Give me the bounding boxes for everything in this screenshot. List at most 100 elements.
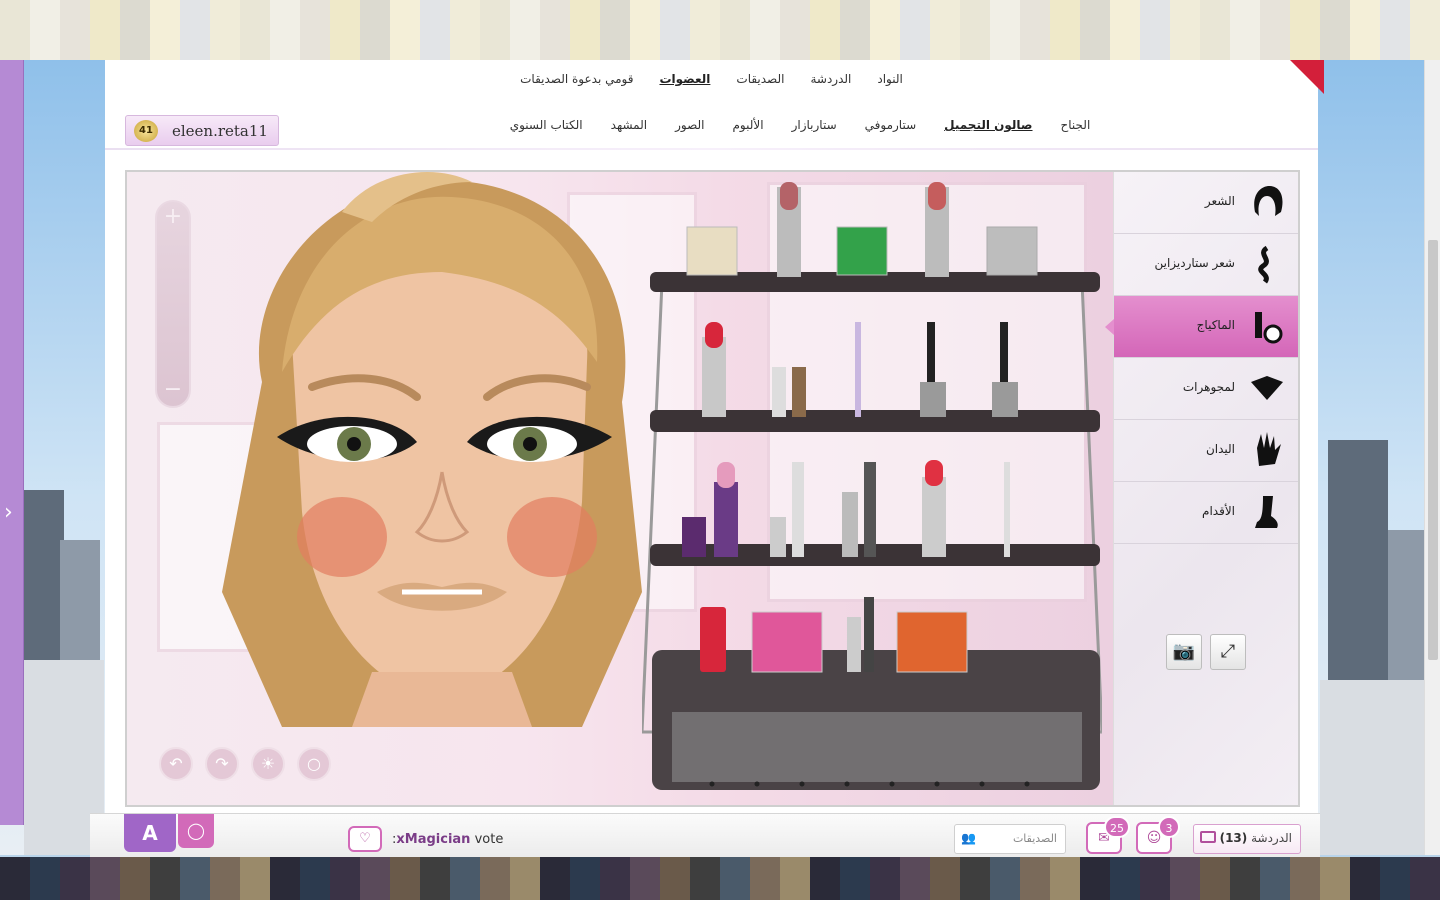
product-eyeliner[interactable] xyxy=(792,462,804,557)
product-blush[interactable] xyxy=(896,611,968,673)
nav-item-photos[interactable]: الصور xyxy=(675,118,704,132)
product-eyeliner[interactable] xyxy=(772,367,786,417)
product-lipstick[interactable] xyxy=(702,337,726,417)
product-blush[interactable] xyxy=(751,611,823,673)
pixel-block xyxy=(240,0,270,30)
product-pencil[interactable] xyxy=(855,322,861,417)
pixel-block xyxy=(420,0,450,30)
lipstick-tip xyxy=(928,182,946,210)
scrollbar-thumb[interactable] xyxy=(1428,240,1438,660)
chevron-right-icon: › xyxy=(4,500,13,525)
makeup-shelf xyxy=(642,182,1102,790)
jewelry-icon xyxy=(1251,376,1283,400)
product-mascara[interactable] xyxy=(864,597,874,672)
product-compact[interactable] xyxy=(836,226,888,276)
pixel-block xyxy=(1290,0,1320,30)
category-label: الأقدام xyxy=(1202,504,1235,518)
pixel-block xyxy=(1170,0,1200,30)
nav-item-starbazaar[interactable]: ستاربازار xyxy=(792,118,837,132)
fullscreen-icon: ⤢ xyxy=(1220,641,1236,662)
product-lipstick[interactable] xyxy=(922,477,946,557)
mail-button[interactable]: ✉ 25 xyxy=(1086,816,1130,854)
pixel-block xyxy=(1110,857,1140,900)
chat-button[interactable]: الدردشة (13) xyxy=(1193,824,1301,854)
vote-icon[interactable]: ♡ xyxy=(348,826,382,852)
redo-icon[interactable]: ↷ xyxy=(205,747,239,781)
page-scrollbar[interactable] xyxy=(1424,60,1440,855)
pixel-block xyxy=(750,30,780,60)
reset-icon[interactable]: ○ xyxy=(297,747,331,781)
nav-item-clubs[interactable]: النواد xyxy=(877,72,903,86)
nav-item-friends[interactable]: الصديقات xyxy=(736,72,784,86)
product-gloss[interactable] xyxy=(700,607,726,672)
category-hands[interactable]: اليدان xyxy=(1114,420,1298,482)
share-icon[interactable]: ◯ xyxy=(178,814,214,848)
nav-item-beauty-salon[interactable]: صالون التجميل xyxy=(944,118,1032,132)
product-compact[interactable] xyxy=(986,226,1038,276)
product-lipstick[interactable] xyxy=(682,517,706,557)
nav-item-album[interactable]: الألبوم xyxy=(733,118,764,132)
nav-item-starmovie[interactable]: ستارموفي xyxy=(865,118,917,132)
pixel-block xyxy=(210,857,240,900)
product-eyeliner[interactable] xyxy=(770,517,786,557)
pixel-block xyxy=(930,0,960,30)
friends-search-field[interactable]: الصديقات 👥 xyxy=(954,824,1066,854)
nav-item-suite[interactable]: الجناح xyxy=(1061,118,1091,132)
pixel-block xyxy=(240,857,270,900)
category-feet[interactable]: الأقدام xyxy=(1114,482,1298,544)
pixel-block xyxy=(150,0,180,30)
fullscreen-button[interactable]: ⤢ xyxy=(1210,634,1246,670)
pixel-block xyxy=(780,0,810,30)
nav-item-scene[interactable]: المشهد xyxy=(611,118,647,132)
nav-item-chat[interactable]: الدردشة xyxy=(810,72,851,86)
primary-nav: النواد الدردشة الصديقات العضوات قومي بدع… xyxy=(105,72,1318,86)
side-drawer-handle[interactable]: › xyxy=(0,60,24,825)
pixel-block xyxy=(600,857,630,900)
pixel-block xyxy=(300,857,330,900)
pixel-block xyxy=(720,857,750,900)
pixel-block xyxy=(660,857,690,900)
product-lipstick[interactable] xyxy=(714,482,738,557)
avatar-face xyxy=(222,172,642,727)
zoom-in-icon[interactable]: + xyxy=(157,204,189,229)
product-mascara[interactable] xyxy=(842,492,858,557)
pixel-block xyxy=(720,30,750,60)
notifications-button[interactable]: ☺ 3 xyxy=(1136,816,1180,854)
pixel-block xyxy=(570,30,600,60)
product-mascara[interactable] xyxy=(847,617,861,672)
lipstick-tip xyxy=(780,182,798,210)
pixel-block xyxy=(780,857,810,900)
tool-icon[interactable]: ☀ xyxy=(251,747,285,781)
product-compact[interactable] xyxy=(686,226,738,276)
pixel-block xyxy=(1230,0,1260,30)
undo-icon[interactable]: ↶ xyxy=(159,747,193,781)
friends-placeholder: الصديقات xyxy=(1012,832,1057,845)
pixel-block xyxy=(270,30,300,60)
zoom-out-icon[interactable]: − xyxy=(157,377,189,402)
pixel-block xyxy=(690,857,720,900)
pixel-block xyxy=(150,857,180,900)
zoom-slider[interactable]: + − xyxy=(155,200,191,408)
pixel-block xyxy=(600,30,630,60)
pixel-block xyxy=(210,30,240,60)
product-pencil[interactable] xyxy=(1004,462,1010,557)
product-eyeliner[interactable] xyxy=(792,367,806,417)
pixel-block xyxy=(330,857,360,900)
level-badge: 41 xyxy=(134,120,158,142)
pixel-block xyxy=(210,0,240,30)
user-chip[interactable]: 41 eleen.reta11 xyxy=(125,115,279,146)
nav-item-yearbook[interactable]: الكتاب السنوي xyxy=(510,118,583,132)
pixel-block xyxy=(330,0,360,30)
lipstick-tip xyxy=(717,462,735,488)
category-jewelry[interactable]: لمجوهرات xyxy=(1114,358,1298,420)
category-hair[interactable]: الشعر xyxy=(1114,172,1298,234)
product-mascara[interactable] xyxy=(864,462,876,557)
pixel-block xyxy=(180,857,210,900)
stardoll-logo-button[interactable]: A xyxy=(124,814,176,852)
camera-button[interactable]: 📷 xyxy=(1166,634,1202,670)
category-hair-design[interactable]: شعر ستارديزاين xyxy=(1114,234,1298,296)
nav-item-invite-friends[interactable]: قومي بدعوة الصديقات xyxy=(520,72,633,86)
category-makeup[interactable]: الماكياج xyxy=(1105,296,1298,358)
vote-text[interactable]: :xMagician vote xyxy=(392,832,503,847)
nav-item-members[interactable]: العضوات xyxy=(659,72,710,86)
